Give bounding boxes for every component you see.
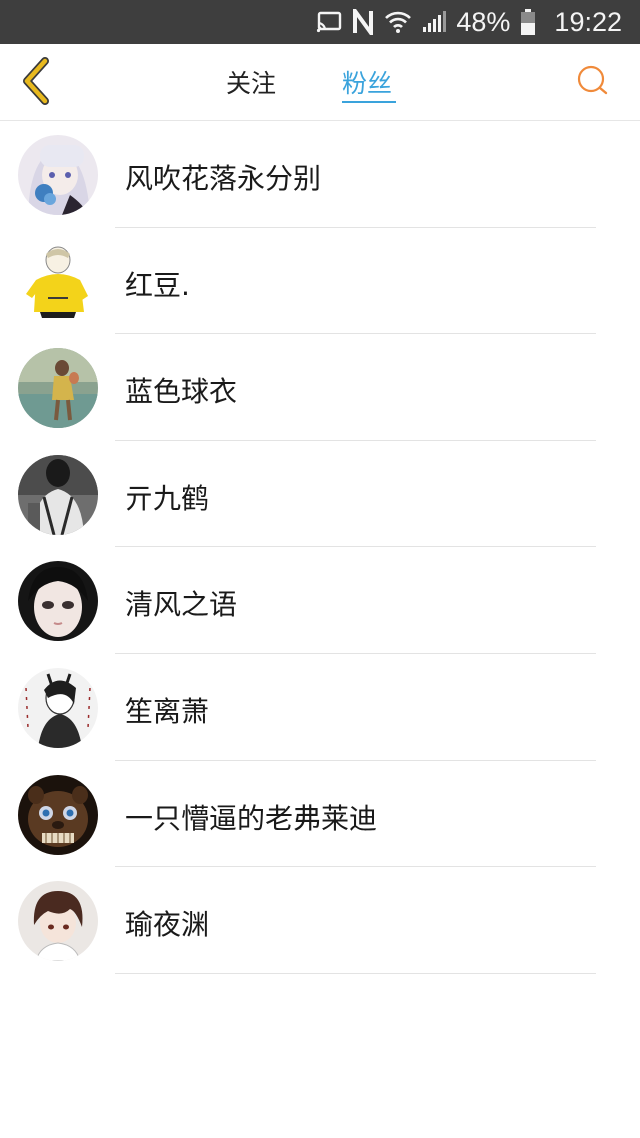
back-button[interactable] [12, 56, 60, 110]
fan-name: 瑜夜渊 [125, 908, 210, 942]
signal-icon [422, 0, 447, 44]
tab-follow[interactable]: 关注 [226, 64, 276, 108]
list-item[interactable]: 亓九鹤 [0, 441, 640, 548]
fan-name: 蓝色球衣 [125, 375, 238, 409]
wifi-icon [384, 0, 412, 44]
avatar[interactable] [18, 135, 98, 215]
list-item[interactable]: 风吹花落永分别 [0, 121, 640, 228]
avatar[interactable] [18, 348, 98, 429]
fan-name: 风吹花落永分别 [125, 162, 322, 195]
nav-bar: 关注 粉丝 [0, 44, 640, 121]
active-tab-indicator [342, 101, 396, 103]
clock: 19:22 [554, 6, 622, 37]
avatar[interactable] [18, 881, 98, 962]
fan-name: 清风之语 [125, 588, 238, 622]
list-item[interactable]: 清风之语 [0, 547, 640, 654]
chevron-left-icon [19, 57, 53, 109]
fan-name: 笙离萧 [125, 694, 210, 728]
list-item[interactable]: 一只懵逼的老弗莱迪 [0, 761, 640, 868]
fans-list: 风吹花落永分别 红豆. 蓝色球衣 亓九鹤 清风之语 笙离萧 一只懵逼的老弗莱迪 … [0, 121, 640, 974]
list-item[interactable]: 笙离萧 [0, 654, 640, 761]
avatar[interactable] [18, 241, 98, 322]
list-item[interactable]: 瑜夜渊 [0, 867, 640, 974]
search-button[interactable] [572, 62, 612, 102]
list-item[interactable]: 红豆. [0, 228, 640, 335]
list-item[interactable]: 蓝色球衣 [0, 334, 640, 441]
search-icon [575, 63, 609, 101]
avatar[interactable] [18, 667, 98, 748]
fan-name: 亓九鹤 [125, 481, 210, 515]
nfc-icon [352, 0, 374, 44]
fan-name: 一只懵逼的老弗莱迪 [125, 801, 378, 835]
battery-percent: 48% [456, 6, 511, 37]
avatar[interactable] [18, 561, 98, 642]
cast-icon [316, 0, 342, 44]
row-divider [115, 972, 596, 974]
fan-name: 红豆. [125, 268, 190, 302]
status-bar: 48% 19:22 [0, 0, 640, 44]
avatar[interactable] [18, 774, 98, 855]
battery-icon [520, 0, 536, 44]
avatar[interactable] [18, 454, 98, 535]
